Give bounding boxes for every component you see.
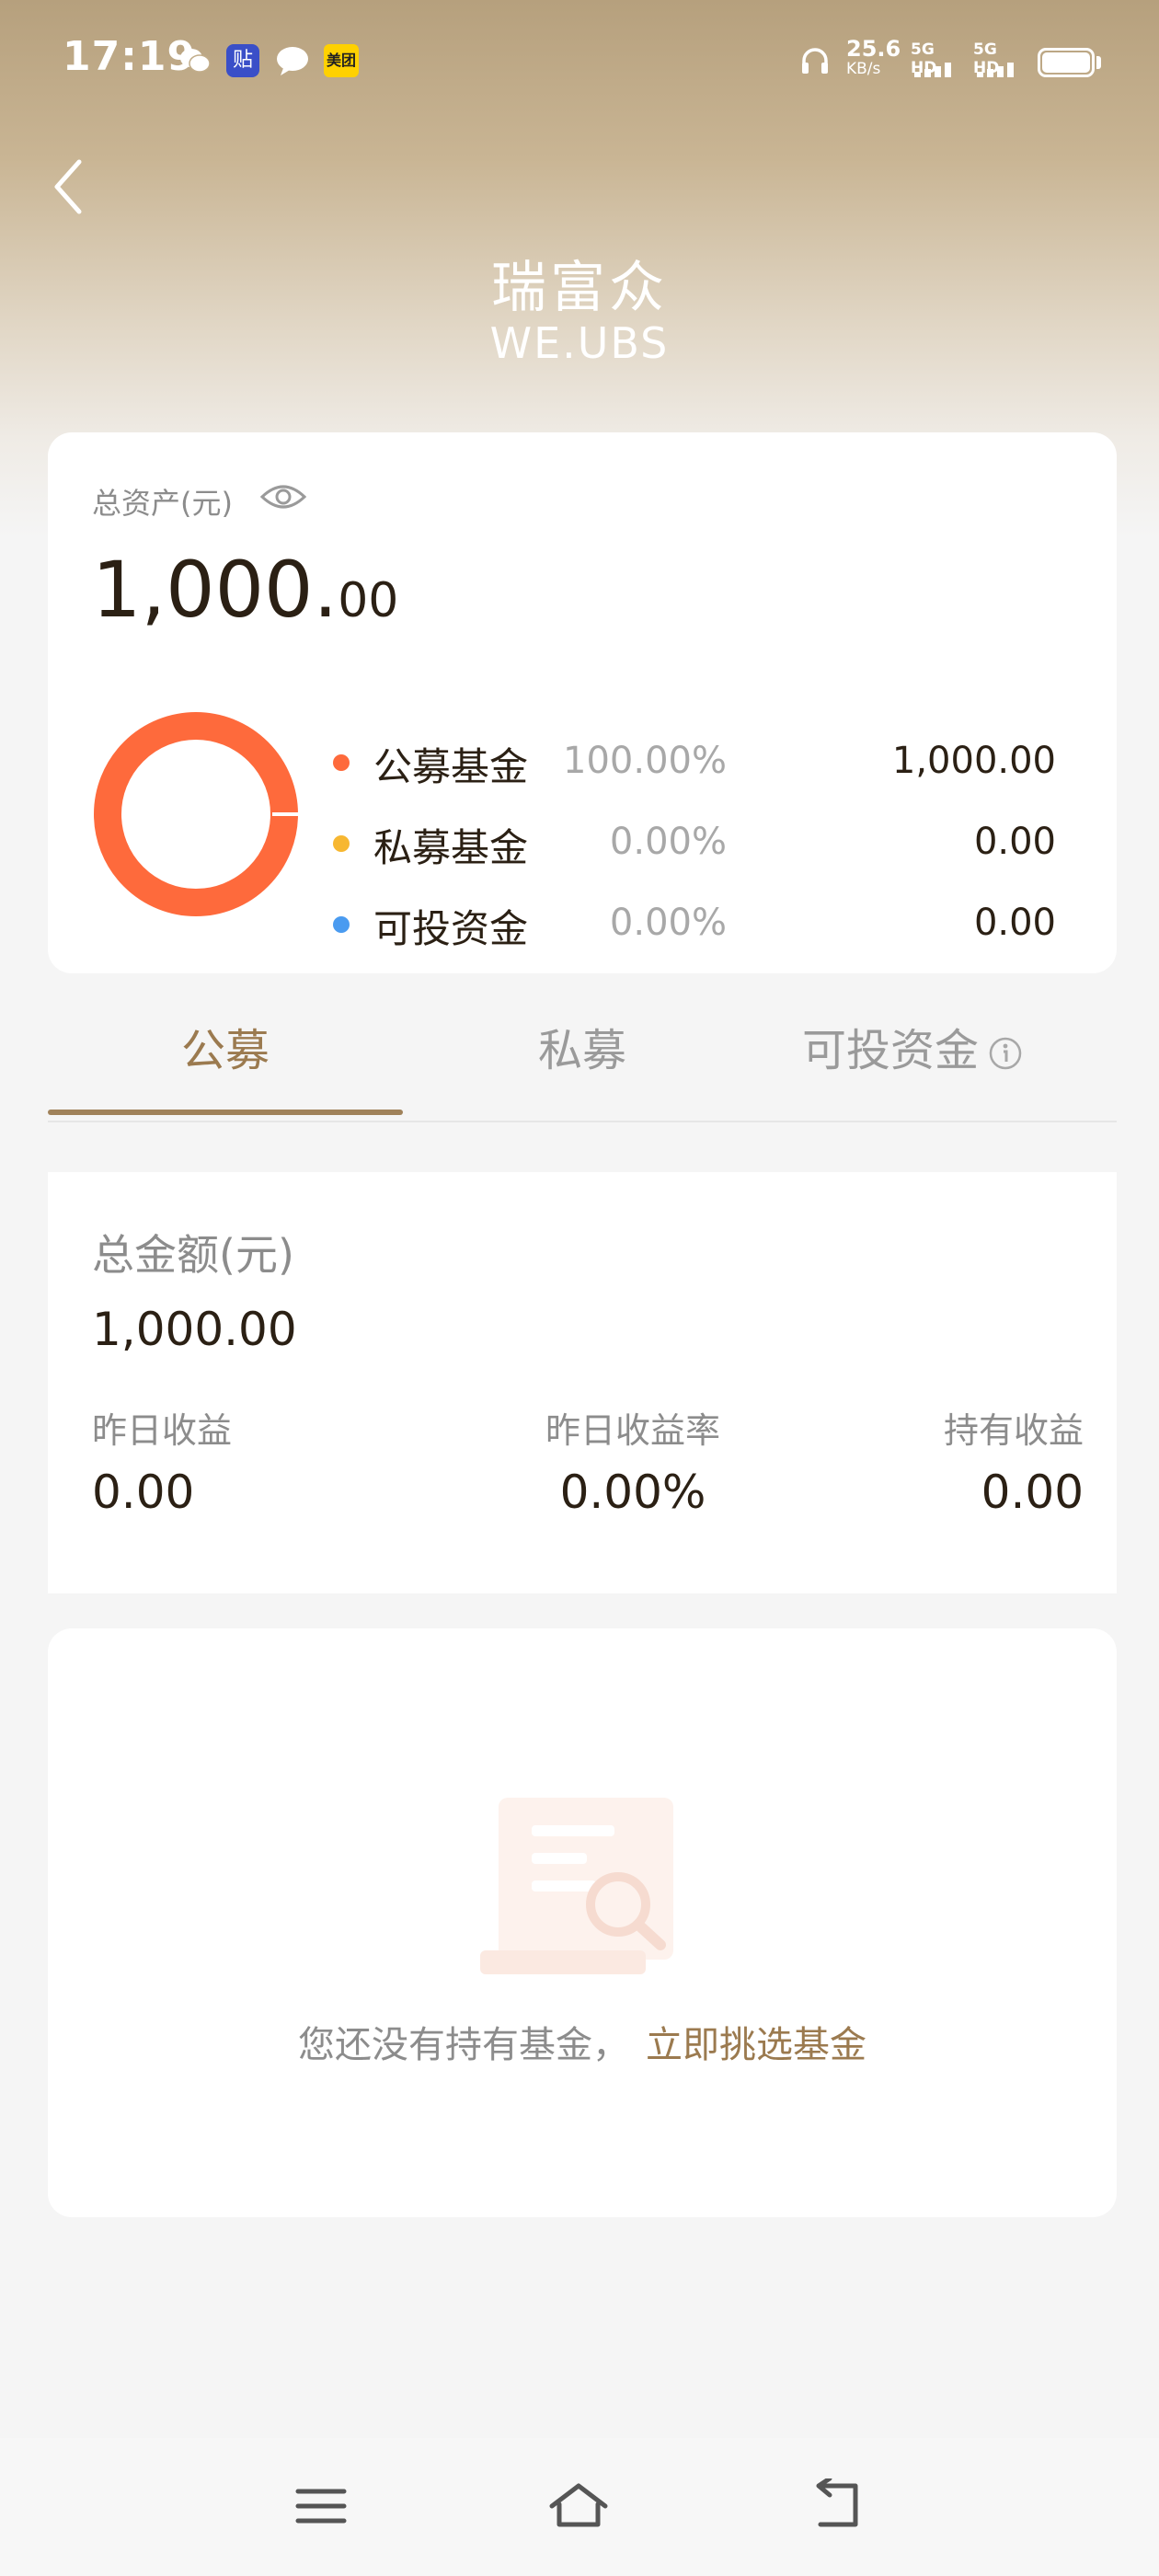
eye-icon[interactable]	[259, 478, 307, 515]
legend-dot	[333, 916, 350, 933]
stat-label: 昨日收益率	[545, 1410, 720, 1451]
tab-public-fund[interactable]: 公募	[48, 1014, 403, 1078]
signal-bars-icon	[977, 63, 1014, 77]
total-assets-int: 1,000.	[92, 545, 339, 635]
tab-investable-cash[interactable]: 可投资金	[802, 1014, 1106, 1078]
legend-row-public: 公募基金 100.00% 1,000.00	[333, 732, 1087, 789]
legend-value: 1,000.00	[891, 740, 1056, 782]
total-assets-dec: 00	[338, 573, 399, 628]
empty-state-text: 您还没有持有基金，	[298, 2024, 629, 2066]
stat-value: 0.00%	[559, 1466, 706, 1519]
active-tab-indicator	[48, 1110, 403, 1115]
total-assets-card: 总资产(元) 1,000.00 公募基金 100.00% 1,000.00 私募…	[48, 432, 1117, 973]
headset-icon	[802, 48, 828, 74]
tieba-icon: 贴	[226, 44, 259, 77]
stat-label: 昨日收益	[92, 1410, 233, 1451]
network-speed: 25.6 KB/s	[846, 36, 901, 79]
legend-value: 0.00	[973, 821, 1056, 863]
legend-row-private: 私募基金 0.00% 0.00	[333, 813, 1087, 870]
back-nav-icon[interactable]	[804, 2478, 868, 2534]
signal-sim2: 5G HD	[973, 40, 1028, 81]
battery-icon	[1038, 48, 1095, 77]
menu-icon[interactable]	[289, 2478, 353, 2534]
network-speed-value: 25.6	[846, 36, 901, 62]
legend-name: 公募基金	[373, 744, 529, 789]
legend-percent: 0.00%	[609, 902, 727, 944]
donut-gap	[272, 812, 302, 816]
select-fund-link[interactable]: 立即挑选基金	[646, 2024, 866, 2066]
legend-dot	[333, 835, 350, 852]
brand-logo-en: WE.UBS	[489, 318, 670, 368]
battery-tip	[1096, 56, 1101, 69]
summary-total-value: 1,000.00	[92, 1303, 297, 1356]
stat-label: 持有收益	[943, 1410, 1084, 1451]
status-bar: 17:19 贴 美团 25.6 KB/s 5G HD 5G HD	[0, 0, 1159, 129]
legend-value: 0.00	[973, 902, 1056, 944]
system-navigation-bar	[0, 2438, 1159, 2576]
stat-yesterday-yield: 昨日收益率 0.00%	[495, 1402, 771, 1519]
signal-sim1: 5G HD	[911, 40, 966, 81]
back-button[interactable]	[46, 155, 98, 219]
fund-type-tabs: 公募 私募 可投资金	[48, 975, 1117, 1122]
signal-bars-icon	[914, 63, 951, 77]
empty-document-search-icon	[480, 1798, 673, 1974]
stat-yesterday-earnings: 昨日收益 0.00	[92, 1402, 232, 1519]
allocation-donut-chart	[94, 712, 302, 916]
summary-total-label: 总金额(元)	[92, 1230, 294, 1280]
fund-summary-card: 总金额(元) 1,000.00 昨日收益 0.00 昨日收益率 0.00% 持有…	[48, 1172, 1117, 1593]
legend-dot	[333, 754, 350, 771]
stat-value: 0.00	[981, 1466, 1084, 1519]
legend-name: 可投资金	[373, 906, 529, 951]
legend-name: 私募基金	[373, 825, 529, 870]
tab-private-fund[interactable]: 私募	[403, 1014, 762, 1078]
stat-holding-earnings: 持有收益 0.00	[944, 1402, 1084, 1519]
meituan-icon: 美团	[324, 44, 359, 77]
total-assets-label: 总资产(元)	[92, 486, 233, 521]
brand-logo-cn: 瑞富众	[491, 256, 668, 320]
total-assets-value: 1,000.00	[92, 545, 398, 635]
message-icon	[277, 47, 308, 75]
brand-logo: 瑞富众 WE.UBS	[460, 256, 699, 366]
holdings-empty-card: 您还没有持有基金， 立即挑选基金	[48, 1628, 1117, 2217]
wechat-icon	[180, 49, 211, 73]
legend-percent: 0.00%	[609, 821, 727, 863]
tab-investable-cash-label: 可投资金	[802, 1025, 980, 1076]
legend-percent: 100.00%	[563, 740, 727, 782]
donut-ring	[94, 712, 298, 916]
stat-value: 0.00	[92, 1466, 195, 1519]
status-time: 17:19	[63, 33, 197, 80]
network-speed-unit: KB/s	[846, 60, 881, 78]
legend-row-cash: 可投资金 0.00% 0.00	[333, 894, 1087, 951]
info-icon[interactable]	[988, 1036, 1023, 1071]
home-icon[interactable]	[546, 2478, 611, 2534]
empty-state-message: 您还没有持有基金， 立即挑选基金	[48, 2015, 1117, 2068]
